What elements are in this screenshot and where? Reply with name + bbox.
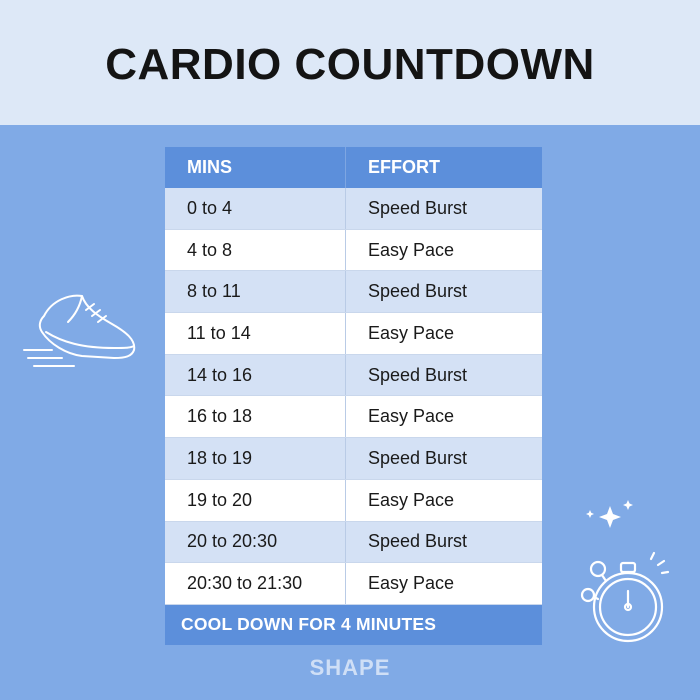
workout-table: MINS EFFORT 0 to 4 Speed Burst 4 to 8 Ea… [165, 147, 542, 645]
table-row: 8 to 11 Speed Burst [165, 271, 542, 314]
effort-cell: Easy Pace [368, 322, 455, 343]
mins-cell: 14 to 16 [165, 354, 346, 396]
effort-cell: Easy Pace [368, 239, 455, 260]
title-banner: CARDIO COUNTDOWN [0, 0, 700, 125]
column-header-mins: MINS [165, 147, 346, 188]
effort-cell: Speed Burst [368, 531, 468, 552]
mins-cell: 16 to 18 [165, 396, 346, 438]
mins-cell: 18 to 19 [165, 438, 346, 479]
effort-cell: Speed Burst [368, 364, 468, 385]
column-header-effort: EFFORT [368, 157, 440, 177]
stopwatch-icon [580, 551, 670, 643]
table-row: 14 to 16 Speed Burst [165, 354, 542, 397]
mins-cell: 20:30 to 21:30 [165, 563, 346, 604]
effort-cell: Easy Pace [368, 489, 455, 510]
table-row: 16 to 18 Easy Pace [165, 396, 542, 439]
sparkle-icon [586, 500, 633, 528]
mins-cell: 4 to 8 [165, 229, 346, 271]
effort-cell: Speed Burst [368, 447, 468, 468]
mins-cell: 19 to 20 [165, 479, 346, 521]
table-row: 4 to 8 Easy Pace [165, 229, 542, 272]
mins-cell: 11 to 14 [165, 313, 346, 354]
mins-cell: 8 to 11 [165, 271, 346, 313]
brand-logo: SHAPE [309, 655, 391, 680]
table-row: 20 to 20:30 Speed Burst [165, 521, 542, 564]
table-row: 19 to 20 Easy Pace [165, 479, 542, 522]
effort-cell: Speed Burst [368, 281, 468, 302]
cool-down-footer: COOL DOWN FOR 4 MINUTES [165, 604, 542, 645]
table-header-row: MINS EFFORT [165, 147, 542, 188]
mins-cell: 20 to 20:30 [165, 521, 346, 563]
effort-cell: Easy Pace [368, 573, 455, 594]
running-shoe-icon [23, 294, 136, 367]
table-row: 11 to 14 Easy Pace [165, 313, 542, 355]
effort-cell: Easy Pace [368, 406, 455, 427]
mins-cell: 0 to 4 [165, 188, 346, 229]
table-row: 18 to 19 Speed Burst [165, 438, 542, 480]
page-title: CARDIO COUNTDOWN [105, 39, 595, 89]
table-row: 20:30 to 21:30 Easy Pace [165, 563, 542, 605]
effort-cell: Speed Burst [368, 197, 468, 218]
table-row: 0 to 4 Speed Burst [165, 188, 542, 230]
